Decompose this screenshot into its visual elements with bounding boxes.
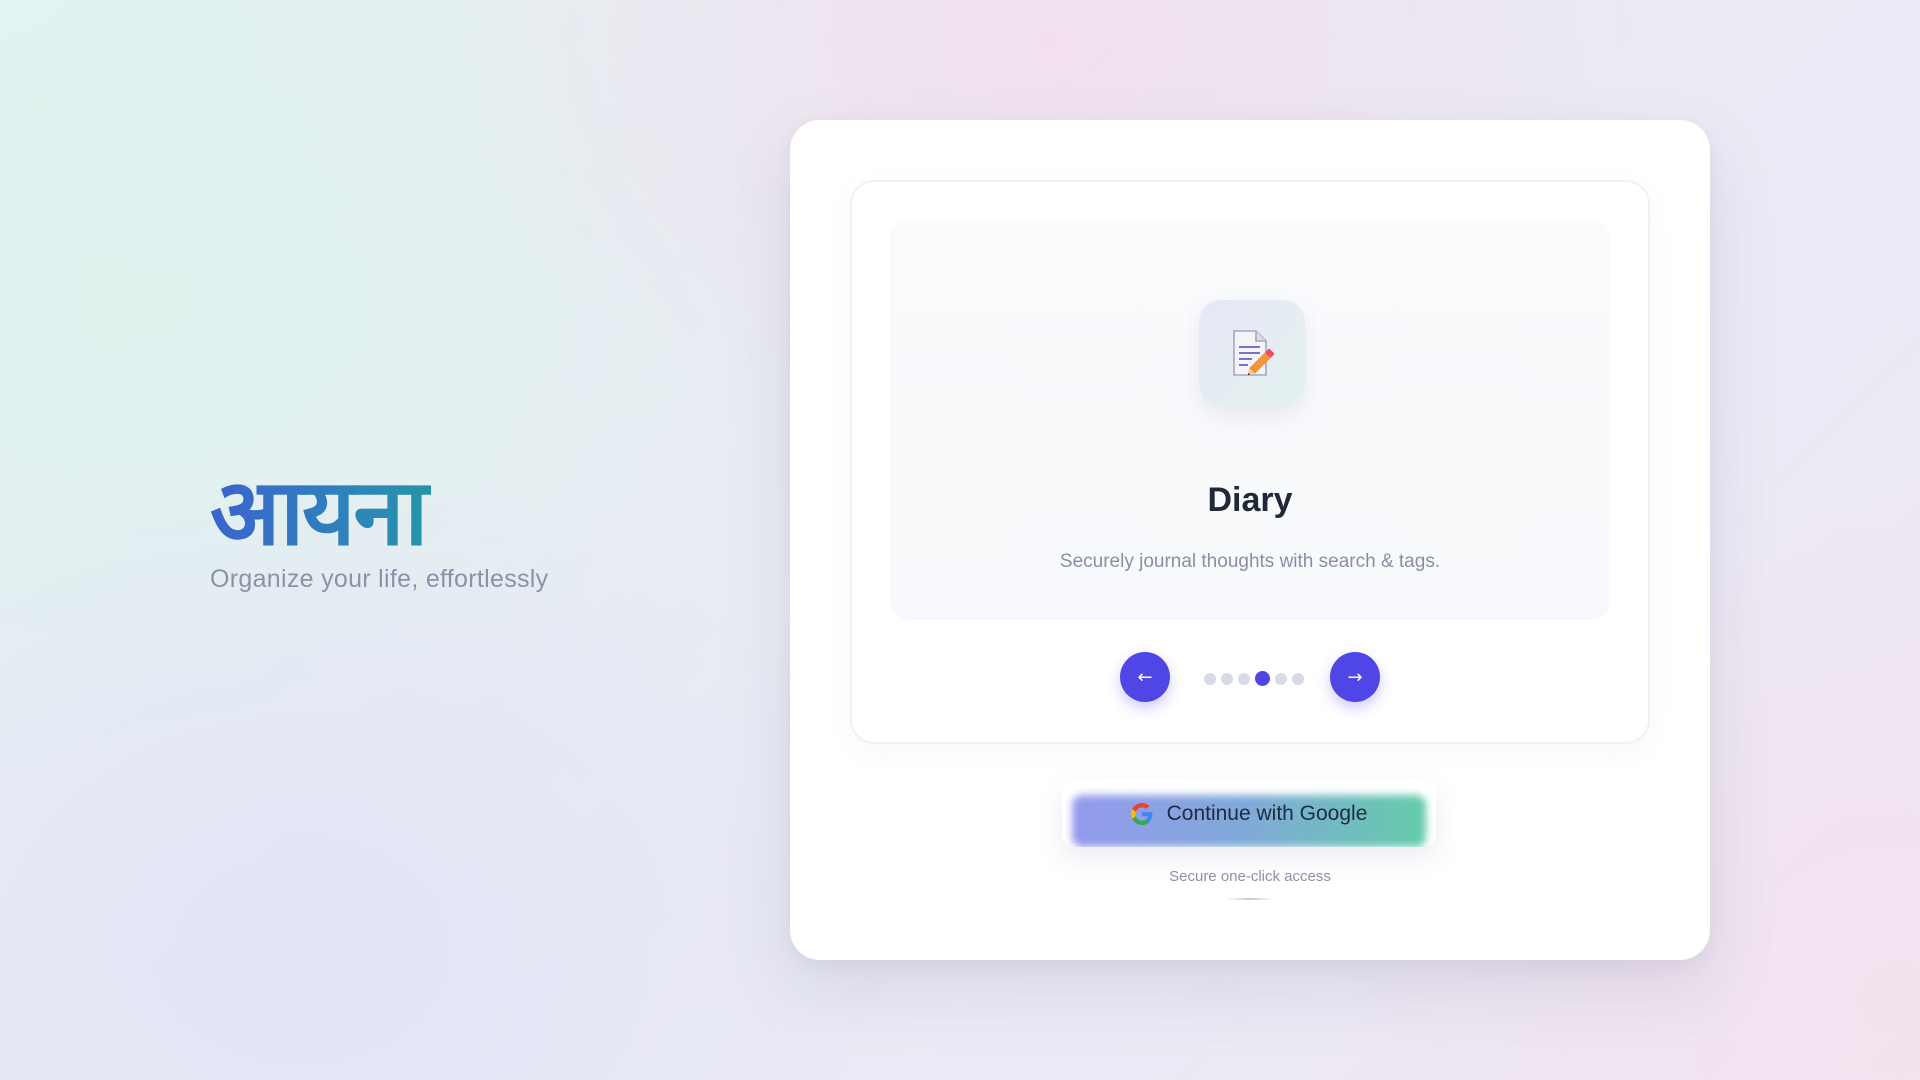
- decorative-divider: [1225, 898, 1275, 900]
- google-g-icon: [1130, 803, 1152, 825]
- carousel-slide: Diary Securely journal thoughts with sea…: [890, 220, 1610, 620]
- slide-description: Securely journal thoughts with search & …: [1059, 551, 1441, 572]
- carousel-dot[interactable]: [1221, 672, 1233, 685]
- carousel-dot[interactable]: [1204, 672, 1216, 685]
- carousel-next-button[interactable]: →: [1330, 652, 1380, 702]
- google-button-content: Continue with Google: [1062, 781, 1436, 847]
- login-card: Diary Securely journal thoughts with sea…: [790, 120, 1710, 960]
- carousel-dot[interactable]: [1292, 672, 1304, 685]
- app-tagline: Organize your life, effortlessly: [210, 565, 549, 593]
- feature-carousel: Diary Securely journal thoughts with sea…: [852, 182, 1648, 742]
- slide-title: Diary: [1207, 481, 1293, 519]
- secure-access-note: Secure one-click access: [1169, 868, 1331, 885]
- carousel-dot[interactable]: [1238, 672, 1250, 685]
- memo-pencil-icon-svg: [1233, 330, 1275, 376]
- memo-pencil-icon: [1199, 300, 1305, 406]
- carousel-prev-button[interactable]: ←: [1120, 652, 1170, 702]
- carousel-dots: [1204, 671, 1304, 686]
- google-button-label: Continue with Google: [1166, 802, 1368, 825]
- app-logo-title: आयना: [210, 465, 548, 561]
- carousel-dot[interactable]: [1275, 672, 1287, 685]
- carousel-dot-active[interactable]: [1255, 671, 1270, 686]
- brand-block: आयना Organize your life, effortlessly: [210, 465, 548, 594]
- continue-with-google-button[interactable]: Continue with Google: [1062, 781, 1436, 847]
